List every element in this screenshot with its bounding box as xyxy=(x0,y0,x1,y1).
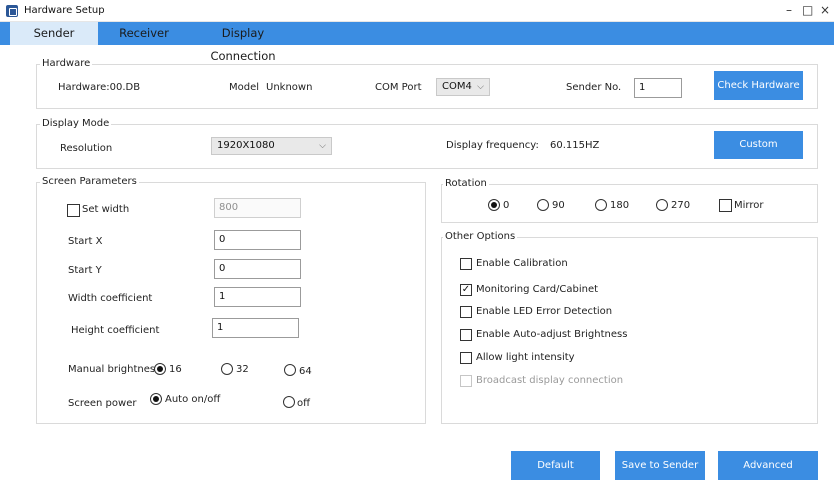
monitoring-card-label: Monitoring Card/Cabinet xyxy=(476,284,599,295)
hardware-legend: Hardware xyxy=(40,58,93,69)
mirror-label: Mirror xyxy=(734,200,764,211)
rotation-90-radio[interactable] xyxy=(537,199,549,211)
resolution-value: 1920X1080 xyxy=(217,140,275,151)
display-frequency-value: 60.115HZ xyxy=(550,140,600,151)
tab-display-connection[interactable]: Display Connection xyxy=(188,22,298,63)
tab-sender[interactable]: Sender xyxy=(10,22,98,45)
set-width-checkbox[interactable] xyxy=(67,204,80,217)
brightness-32-radio[interactable] xyxy=(221,363,233,375)
other-options-legend: Other Options xyxy=(443,231,518,242)
power-off-label: off xyxy=(297,398,311,409)
advanced-button[interactable]: Advanced xyxy=(718,451,818,480)
monitoring-card-checkbox[interactable]: ✓ xyxy=(460,284,472,296)
brightness-32-label: 32 xyxy=(236,364,249,375)
model-label: Model xyxy=(229,82,260,93)
height-coefficient-label: Height coefficient xyxy=(71,325,160,336)
allow-light-intensity-checkbox[interactable] xyxy=(460,352,472,364)
title-bar xyxy=(0,0,834,22)
hardware-group xyxy=(36,64,818,109)
set-width-label: Set width xyxy=(82,204,130,215)
enable-calibration-checkbox[interactable] xyxy=(460,258,472,270)
brightness-16-radio[interactable] xyxy=(154,363,166,375)
rotation-180-label: 180 xyxy=(610,200,630,211)
start-x-input[interactable]: 0 xyxy=(214,230,301,250)
led-error-detection-checkbox[interactable] xyxy=(460,306,472,318)
tab-receiver[interactable]: Receiver xyxy=(104,22,184,45)
enable-calibration-label: Enable Calibration xyxy=(476,258,568,269)
manual-brightness-label: Manual brightness: xyxy=(68,364,164,375)
chevron-down-icon: ⌵ xyxy=(477,82,484,92)
chevron-down-icon: ⌵ xyxy=(319,141,326,151)
mirror-checkbox[interactable] xyxy=(719,199,732,212)
sender-no-input[interactable]: 1 xyxy=(634,78,682,98)
app-icon xyxy=(6,5,18,17)
rotation-90-label: 90 xyxy=(552,200,565,211)
maximize-icon[interactable]: □ xyxy=(802,3,813,17)
start-y-label: Start Y xyxy=(68,265,102,276)
sender-no-label: Sender No. xyxy=(566,82,622,93)
model-value: Unknown xyxy=(266,82,313,93)
brightness-64-label: 64 xyxy=(299,366,312,377)
check-hardware-button[interactable]: Check Hardware xyxy=(714,71,803,100)
close-icon[interactable]: × xyxy=(820,3,830,17)
width-coefficient-label: Width coefficient xyxy=(68,293,153,304)
power-auto-label: Auto on/off xyxy=(165,394,221,405)
screen-parameters-legend: Screen Parameters xyxy=(40,176,139,187)
com-port-select[interactable]: COM4 ⌵ xyxy=(436,78,490,96)
display-mode-group xyxy=(36,124,818,169)
resolution-select[interactable]: 1920X1080 ⌵ xyxy=(211,137,332,155)
broadcast-display-checkbox xyxy=(460,375,472,387)
display-frequency-label: Display frequency: xyxy=(446,140,539,151)
com-port-label: COM Port xyxy=(375,82,422,93)
minimize-icon[interactable]: – xyxy=(786,3,792,17)
display-mode-legend: Display Mode xyxy=(40,118,112,129)
save-to-sender-button[interactable]: Save to Sender xyxy=(615,451,705,480)
set-width-input: 800 xyxy=(214,198,301,218)
hardware-id-label: Hardware:00.DB xyxy=(58,82,141,93)
default-button[interactable]: Default xyxy=(511,451,600,480)
com-port-value: COM4 xyxy=(442,81,472,92)
brightness-64-radio[interactable] xyxy=(284,364,296,376)
allow-light-intensity-label: Allow light intensity xyxy=(476,352,575,363)
start-x-label: Start X xyxy=(68,236,103,247)
rotation-0-radio[interactable] xyxy=(488,199,500,211)
broadcast-display-label: Broadcast display connection xyxy=(476,375,624,386)
custom-button[interactable]: Custom xyxy=(714,131,803,159)
led-error-detection-label: Enable LED Error Detection xyxy=(476,306,613,317)
rotation-0-label: 0 xyxy=(503,200,510,211)
start-y-input[interactable]: 0 xyxy=(214,259,301,279)
screen-power-label: Screen power xyxy=(68,398,137,409)
height-coefficient-input[interactable]: 1 xyxy=(212,318,299,338)
rotation-270-label: 270 xyxy=(671,200,691,211)
brightness-16-label: 16 xyxy=(169,364,182,375)
resolution-label: Resolution xyxy=(60,143,113,154)
width-coefficient-input[interactable]: 1 xyxy=(214,287,301,307)
auto-adjust-brightness-checkbox[interactable] xyxy=(460,329,472,341)
auto-adjust-brightness-label: Enable Auto-adjust Brightness xyxy=(476,329,628,340)
rotation-legend: Rotation xyxy=(443,178,489,189)
rotation-180-radio[interactable] xyxy=(595,199,607,211)
window-title: Hardware Setup xyxy=(24,5,105,16)
power-off-radio[interactable] xyxy=(283,396,295,408)
power-auto-radio[interactable] xyxy=(150,393,162,405)
rotation-270-radio[interactable] xyxy=(656,199,668,211)
